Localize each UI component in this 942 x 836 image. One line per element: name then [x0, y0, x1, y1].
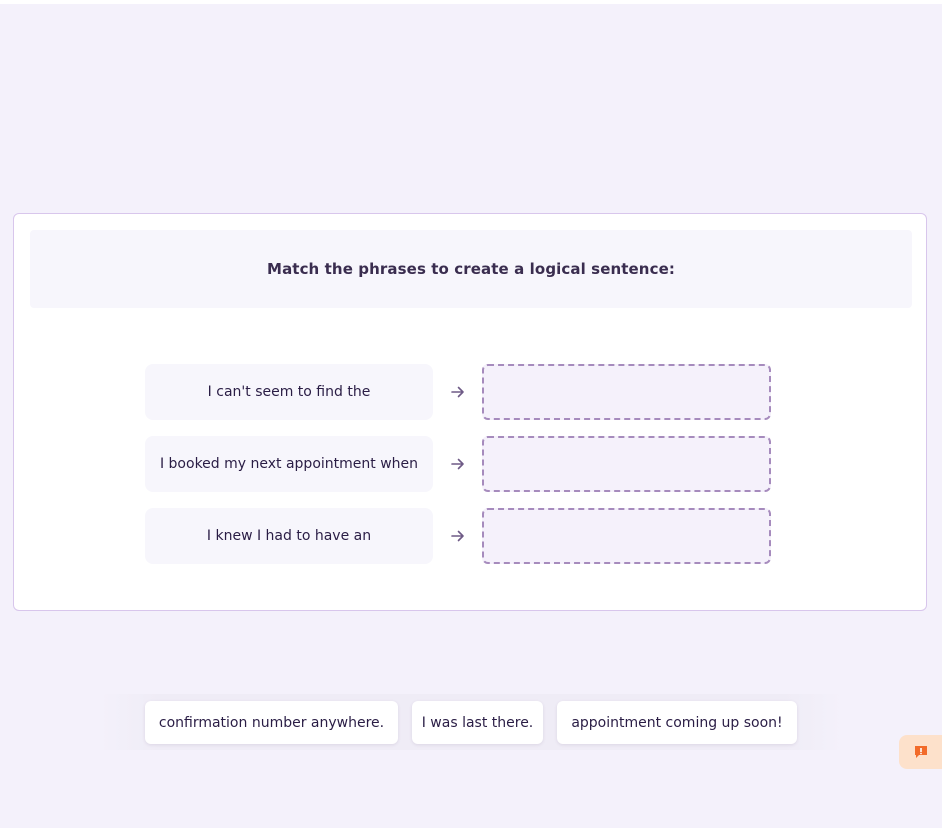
match-row: I booked my next appointment when	[145, 436, 771, 492]
match-row: I knew I had to have an	[145, 508, 771, 564]
arrow-right-icon	[451, 458, 464, 470]
feedback-alert-icon	[914, 746, 927, 758]
drop-zone[interactable]	[482, 364, 771, 420]
drop-zone[interactable]	[482, 436, 771, 492]
arrow-right-icon	[451, 530, 464, 542]
instruction-panel: Match the phrases to create a logical se…	[30, 230, 912, 308]
arrow-right-icon	[451, 386, 464, 398]
option-chip[interactable]: confirmation number anywhere.	[145, 701, 398, 744]
feedback-button[interactable]	[899, 735, 942, 769]
option-chip[interactable]: appointment coming up soon!	[557, 701, 797, 744]
instruction-text: Match the phrases to create a logical se…	[267, 260, 675, 278]
phrase-prompt: I knew I had to have an	[145, 508, 433, 564]
match-row: I can't seem to find the	[145, 364, 771, 420]
phrase-prompt: I booked my next appointment when	[145, 436, 433, 492]
drop-zone[interactable]	[482, 508, 771, 564]
option-chip[interactable]: I was last there.	[412, 701, 543, 744]
phrase-prompt: I can't seem to find the	[145, 364, 433, 420]
